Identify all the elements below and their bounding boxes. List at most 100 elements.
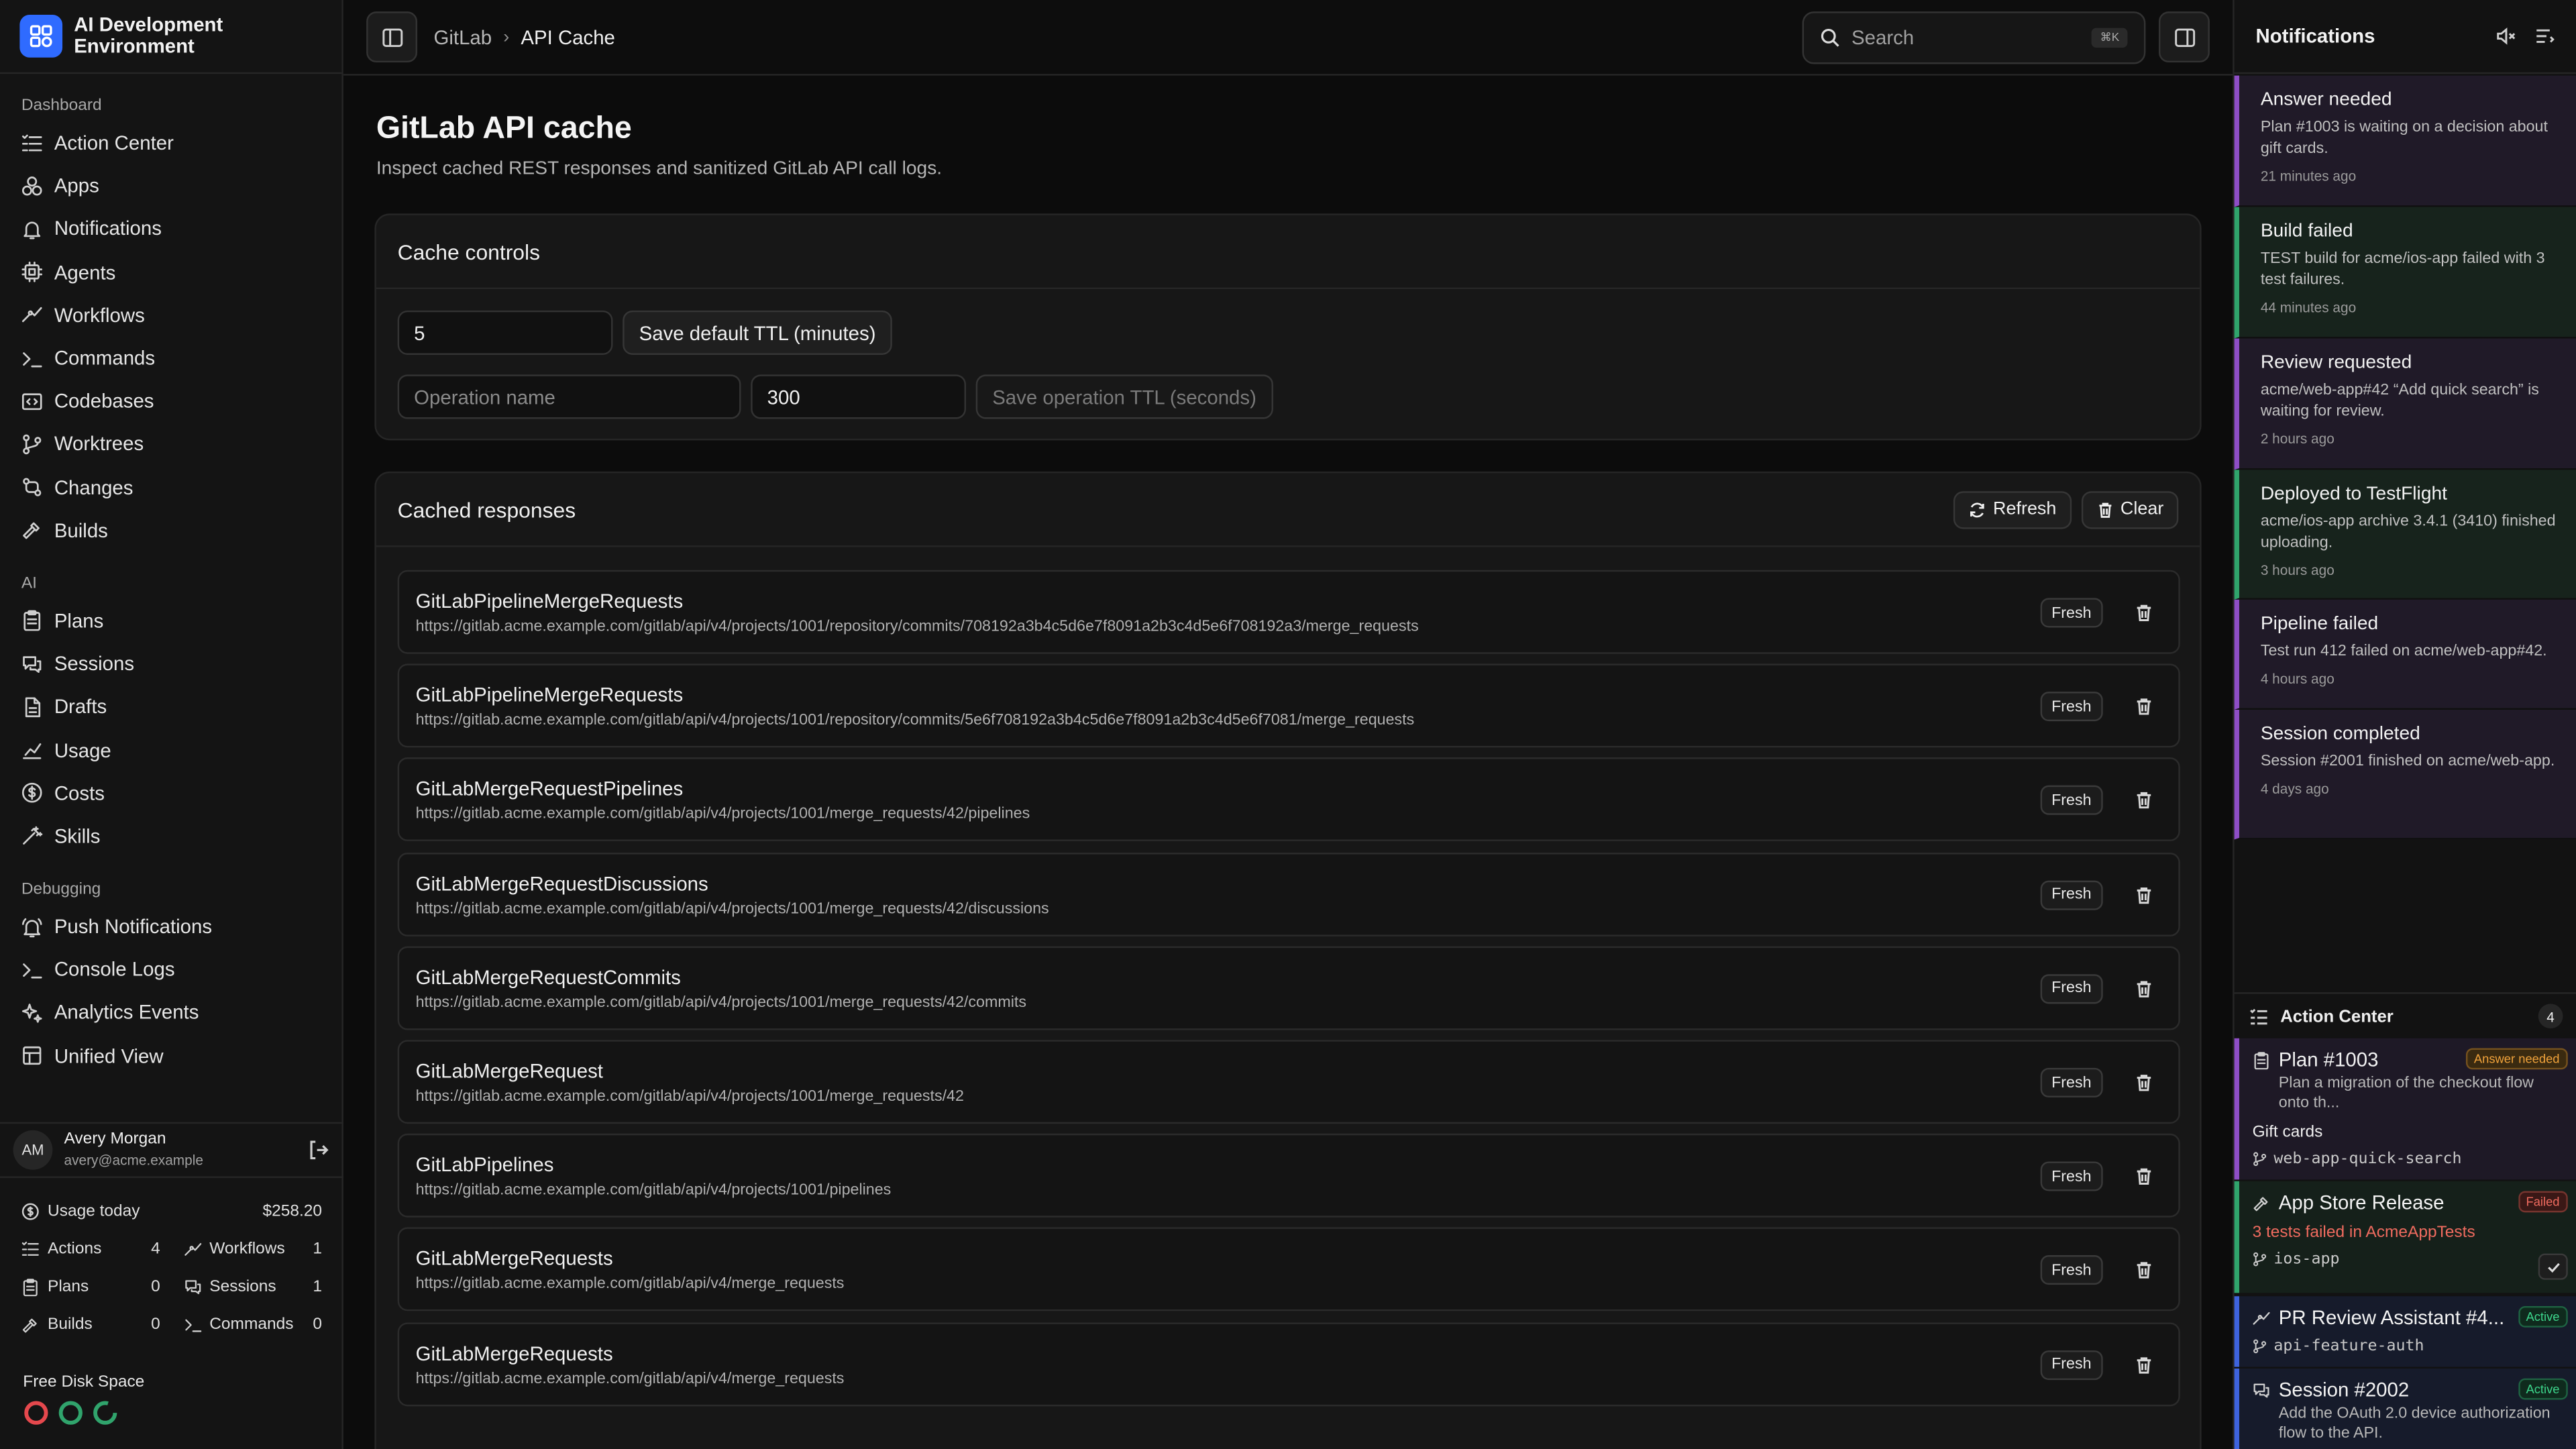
branch-name: web-app-quick-search: [2273, 1150, 2462, 1169]
stat-plans[interactable]: Plans 0: [21, 1269, 160, 1306]
sidebar-item-console-logs[interactable]: Console Logs: [0, 949, 341, 991]
sidebar-item-action-center[interactable]: Action Center: [0, 121, 341, 164]
sidebar-item-drafts[interactable]: Drafts: [0, 686, 341, 729]
delete-trash-icon[interactable]: [2134, 695, 2153, 716]
sidebar-item-builds[interactable]: Builds: [0, 508, 341, 551]
list-settings-icon[interactable]: [2535, 26, 2555, 46]
sidebar-item-changes[interactable]: Changes: [0, 466, 341, 508]
stat-value: 0: [151, 1278, 160, 1297]
disk-space: Free Disk Space: [23, 1373, 144, 1426]
action-center-item[interactable]: Plan #1003 Answer needed Plan a migration …: [2234, 1038, 2576, 1180]
delete-trash-icon[interactable]: [2134, 1259, 2153, 1279]
sidebar-item-costs[interactable]: Costs: [0, 771, 341, 814]
notification-item[interactable]: Review requested acme/web-app#42 “Add qui…: [2234, 338, 2576, 470]
default-ttl-input[interactable]: 5: [397, 310, 613, 355]
sidebar-item-label: Commands: [54, 346, 156, 370]
notification-item[interactable]: Pipeline failed Test run 412 failed on ac…: [2234, 599, 2576, 710]
branch-icon: [2253, 1252, 2267, 1267]
clear-button[interactable]: Clear: [2081, 490, 2179, 529]
cached-response-row[interactable]: GitLabMergeRequestPipelines https://gitla…: [397, 757, 2180, 842]
delete-trash-icon[interactable]: [2134, 977, 2153, 998]
sidebar-item-analytics-events[interactable]: Analytics Events: [0, 991, 341, 1034]
cached-response-row[interactable]: GitLabMergeRequest https://gitlab.acme.ex…: [397, 1040, 2180, 1124]
app-title: AI Development Environment: [74, 13, 223, 58]
sidebar-item-unified-view[interactable]: Unified View: [0, 1034, 341, 1077]
stat-sessions[interactable]: Sessions 1: [183, 1269, 322, 1306]
notification-item[interactable]: Deployed to TestFlight acme/ios-app archi…: [2234, 470, 2576, 600]
action-center-item[interactable]: App Store Release Failed 3 tests failed in…: [2234, 1181, 2576, 1293]
sidebar-item-workflows[interactable]: Workflows: [0, 294, 341, 337]
wand-icon: [21, 825, 43, 847]
sidebar-item-commands[interactable]: Commands: [0, 337, 341, 380]
sidebar-nav: Dashboard Action Center Apps Notifications A…: [0, 92, 341, 1077]
sidebar-item-worktrees[interactable]: Worktrees: [0, 423, 341, 466]
logout-icon[interactable]: [307, 1138, 330, 1161]
sidebar-item-label: Codebases: [54, 389, 154, 413]
cached-response-row[interactable]: GitLabPipelines https://gitlab.acme.examp…: [397, 1134, 2180, 1218]
sidebar-item-plans[interactable]: Plans: [0, 600, 341, 643]
delete-trash-icon[interactable]: [2134, 883, 2153, 904]
sidebar-item-push-notifications[interactable]: Push Notifications: [0, 905, 341, 948]
disk-ring-icon[interactable]: [23, 1400, 49, 1426]
save-operation-ttl-button[interactable]: Save operation TTL (seconds): [975, 374, 1273, 419]
sidebar-item-sessions[interactable]: Sessions: [0, 643, 341, 686]
breadcrumb-gitlab[interactable]: GitLab: [434, 26, 492, 49]
cached-response-row[interactable]: GitLabMergeRequests https://gitlab.acme.e…: [397, 1228, 2180, 1312]
notification-item[interactable]: Build failed TEST build for acme/ios-app …: [2234, 207, 2576, 339]
notification-title: Build failed: [2260, 221, 2353, 242]
avatar[interactable]: AM: [13, 1130, 53, 1170]
save-default-ttl-button[interactable]: Save default TTL (minutes): [623, 310, 892, 355]
stat-workflows[interactable]: Workflows 1: [183, 1230, 322, 1268]
clipboard-icon: [2253, 1051, 2271, 1069]
cached-response-row[interactable]: GitLabMergeRequestDiscussions https://git…: [397, 852, 2180, 936]
disk-ring-icon[interactable]: [92, 1400, 118, 1426]
brand[interactable]: AI Development Environment: [0, 0, 342, 74]
codebase-icon: [21, 390, 43, 412]
operation-name-input[interactable]: Operation name: [397, 374, 741, 419]
notification-title: Pipeline failed: [2260, 614, 2379, 635]
cached-response-row[interactable]: GitLabPipelineMergeRequests https://gitla…: [397, 663, 2180, 748]
layout-icon: [21, 1045, 43, 1067]
check-button[interactable]: [2538, 1253, 2568, 1280]
sidebar-item-codebases[interactable]: Codebases: [0, 380, 341, 423]
disk-ring-icon[interactable]: [58, 1400, 84, 1426]
search-input[interactable]: Search ⌘K: [1802, 11, 2146, 64]
stat-commands[interactable]: Commands 0: [183, 1306, 322, 1344]
notification-item[interactable]: Session completed Session #2001 finished …: [2234, 709, 2576, 840]
notifications-panel: Notifications Answer needed Plan #1003 is…: [2233, 0, 2576, 1449]
user-profile[interactable]: AM Avery Morgan avery@acme.example: [0, 1122, 343, 1178]
check-icon: [2546, 1262, 2559, 1272]
sidebar-item-agents[interactable]: Agents: [0, 251, 341, 294]
sidebar-item-notifications[interactable]: Notifications: [0, 207, 341, 250]
sidebar-item-apps[interactable]: Apps: [0, 164, 341, 207]
action-center-header[interactable]: Action Center 4: [2234, 992, 2576, 1038]
sidebar-item-label: Analytics Events: [54, 1001, 199, 1024]
toggle-sidebar-button[interactable]: [366, 11, 418, 63]
delete-trash-icon[interactable]: [2134, 789, 2153, 810]
delete-trash-icon[interactable]: [2134, 1165, 2153, 1185]
notification-time: 3 hours ago: [2260, 561, 2334, 579]
status-badge: Fresh: [2039, 879, 2103, 910]
request-url: https://gitlab.acme.example.com/gitlab/a…: [415, 900, 1049, 918]
toggle-panel-button[interactable]: [2158, 11, 2210, 63]
mute-icon[interactable]: [2496, 26, 2516, 46]
delete-trash-icon[interactable]: [2134, 1071, 2153, 1091]
delete-trash-icon[interactable]: [2134, 1353, 2153, 1373]
cached-response-row[interactable]: GitLabPipelineMergeRequests https://gitla…: [397, 570, 2180, 654]
notification-item[interactable]: Answer needed Plan #1003 is waiting on a …: [2234, 75, 2576, 207]
sidebar-item-skills[interactable]: Skills: [0, 814, 341, 857]
stat-builds[interactable]: Builds 0: [21, 1306, 160, 1344]
refresh-button[interactable]: Refresh: [1953, 490, 2072, 529]
action-center-item[interactable]: Session #2002 Active Add the OAuth 2.0 dev…: [2234, 1368, 2576, 1449]
cached-response-row[interactable]: GitLabMergeRequestCommits https://gitlab.…: [397, 946, 2180, 1030]
terminal-icon: [183, 1316, 201, 1334]
delete-trash-icon[interactable]: [2134, 601, 2153, 621]
cached-response-row[interactable]: GitLabMergeRequests https://gitlab.acme.e…: [397, 1322, 2180, 1406]
refresh-label: Refresh: [1993, 499, 2057, 519]
stat-actions[interactable]: Actions 4: [21, 1230, 160, 1268]
request-url: https://gitlab.acme.example.com/gitlab/a…: [415, 994, 1027, 1012]
action-center-item[interactable]: PR Review Assistant #4... Active api-featu…: [2234, 1296, 2576, 1367]
operation-name: GitLabMergeRequests: [415, 1247, 613, 1271]
sidebar-item-usage[interactable]: Usage: [0, 729, 341, 771]
operation-ttl-input[interactable]: 300: [751, 374, 967, 419]
